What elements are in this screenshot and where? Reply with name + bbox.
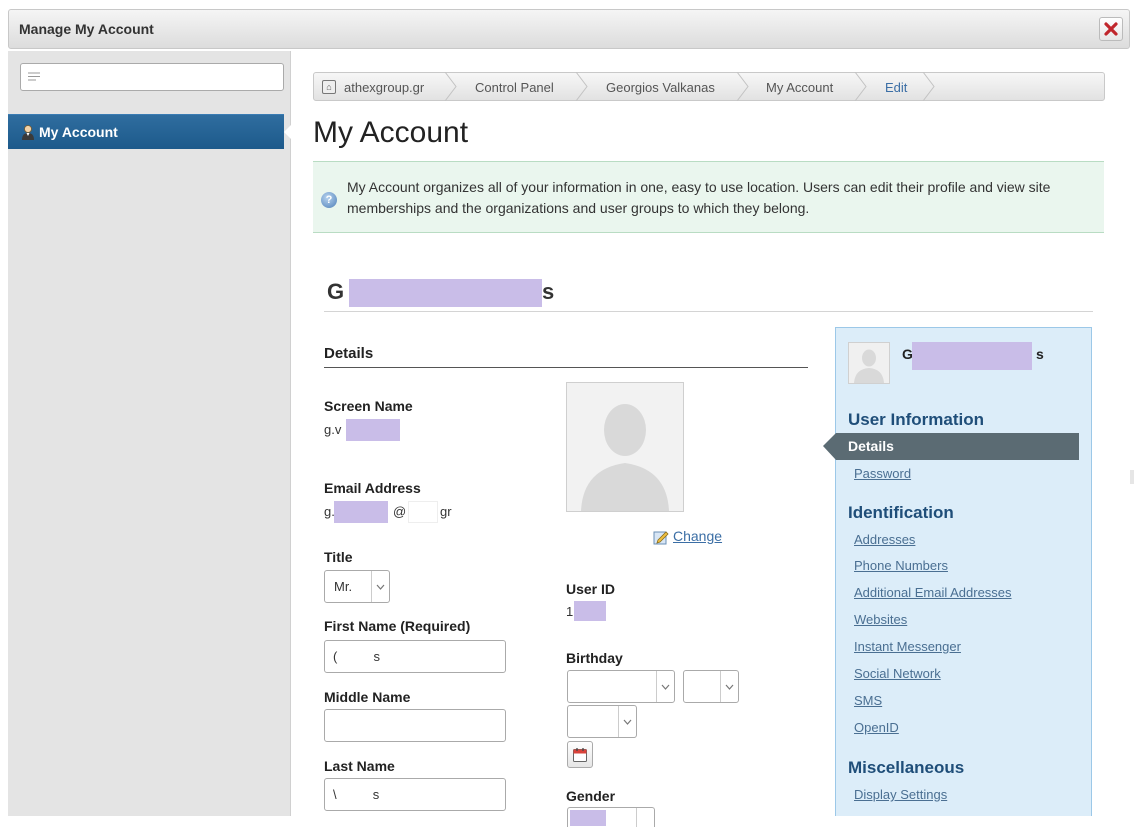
- user-id-label: User ID: [566, 581, 616, 597]
- title-select-value: Mr.: [334, 579, 353, 594]
- title-label: Title: [324, 549, 353, 565]
- redaction: [570, 810, 606, 826]
- account-navigation-panel: G s User Information Details Password Id…: [823, 327, 1092, 816]
- sidebar-item-my-account[interactable]: My Account: [8, 114, 293, 149]
- close-icon: [1104, 22, 1118, 36]
- breadcrumb-site[interactable]: athexgroup.gr: [344, 80, 424, 95]
- user-icon: [22, 125, 34, 140]
- close-button[interactable]: [1099, 17, 1123, 41]
- middle-name-label: Middle Name: [324, 689, 411, 705]
- sidebar-search-input[interactable]: [20, 63, 284, 91]
- calendar-button[interactable]: [567, 741, 593, 768]
- breadcrumb: ⌂ athexgroup.gr Control Panel Georgios V…: [313, 72, 1105, 101]
- panel-avatar: [848, 342, 890, 384]
- breadcrumb-user[interactable]: Georgios Valkanas: [606, 80, 715, 95]
- email-value-part2: gr: [440, 504, 452, 519]
- redaction: [408, 501, 438, 523]
- nav-item-social-network[interactable]: Social Network: [854, 666, 941, 681]
- section-user-information: User Information: [848, 410, 985, 429]
- screen-name-label: Screen Name: [324, 398, 413, 414]
- redaction: [574, 601, 606, 621]
- middle-name-input[interactable]: [324, 709, 506, 742]
- info-text: My Account organizes all of your informa…: [347, 179, 1051, 216]
- email-at: @: [393, 504, 407, 519]
- redaction: [912, 342, 1032, 370]
- birthday-label: Birthday: [566, 650, 623, 666]
- nav-item-openid[interactable]: OpenID: [854, 720, 899, 735]
- calendar-icon: [573, 747, 587, 762]
- user-name-end: s: [542, 279, 555, 304]
- section-identification: Identification: [848, 503, 954, 522]
- profile-picture: [566, 382, 684, 512]
- resize-grip-icon[interactable]: [1130, 470, 1134, 484]
- chevron-right-icon: [575, 72, 588, 101]
- chevron-down-icon: [636, 808, 654, 827]
- birthday-year-select[interactable]: [567, 705, 637, 738]
- filter-lines-icon: [28, 72, 40, 81]
- redaction: [346, 419, 400, 441]
- window-title: Manage My Account: [19, 21, 154, 37]
- email-label: Email Address: [324, 480, 421, 496]
- first-name-label: First Name (Required): [324, 618, 471, 634]
- info-message: ? My Account organizes all of your infor…: [313, 161, 1104, 233]
- breadcrumb-control-panel[interactable]: Control Panel: [475, 80, 554, 95]
- chevron-down-icon: [618, 706, 636, 737]
- panel-user-name-end: s: [1036, 346, 1044, 362]
- main-content: ⌂ athexgroup.gr Control Panel Georgios V…: [292, 51, 1135, 827]
- breadcrumb-edit[interactable]: Edit: [885, 80, 907, 95]
- chevron-down-icon: [656, 671, 674, 702]
- active-notch: [823, 433, 836, 460]
- change-photo-link[interactable]: Change: [673, 528, 722, 544]
- birthday-day-select[interactable]: [683, 670, 739, 703]
- nav-item-instant-messenger[interactable]: Instant Messenger: [854, 639, 961, 654]
- user-name-start: G: [327, 279, 345, 304]
- gender-label: Gender: [566, 788, 616, 804]
- chevron-right-icon: [922, 72, 935, 101]
- user-silhouette-icon: [854, 349, 884, 383]
- redaction: [349, 279, 542, 307]
- screen-name-value: g.v: [324, 422, 342, 437]
- redaction: [334, 501, 388, 523]
- divider: [324, 367, 808, 368]
- nav-item-addresses[interactable]: Addresses: [854, 532, 915, 547]
- title-select[interactable]: Mr.: [324, 570, 390, 603]
- chevron-right-icon: [854, 72, 867, 101]
- section-miscellaneous: Miscellaneous: [848, 758, 965, 777]
- nav-item-label: Details: [848, 438, 894, 454]
- home-icon[interactable]: ⌂: [322, 80, 336, 94]
- chevron-right-icon: [736, 72, 749, 101]
- nav-item-additional-email[interactable]: Additional Email Addresses: [854, 585, 1012, 600]
- user-id-value: 1: [566, 604, 574, 619]
- details-heading: Details: [324, 345, 374, 362]
- birthday-month-select[interactable]: [567, 670, 675, 703]
- sidebar-item-label: My Account: [39, 124, 118, 140]
- nav-item-display-settings[interactable]: Display Settings: [854, 787, 947, 802]
- nav-item-sms[interactable]: SMS: [854, 693, 882, 708]
- nav-item-details[interactable]: Details: [823, 433, 1079, 460]
- nav-item-password[interactable]: Password: [854, 466, 911, 481]
- edit-icon: [653, 531, 669, 545]
- nav-item-phone-numbers[interactable]: Phone Numbers: [854, 558, 948, 573]
- divider: [324, 311, 1093, 312]
- window-titlebar: Manage My Account: [8, 9, 1130, 49]
- sidebar: My Account: [8, 51, 293, 816]
- chevron-right-icon: [444, 72, 457, 101]
- chevron-down-icon: [720, 671, 738, 702]
- breadcrumb-my-account[interactable]: My Account: [766, 80, 833, 95]
- first-name-input[interactable]: [324, 640, 506, 673]
- last-name-label: Last Name: [324, 758, 395, 774]
- nav-item-websites[interactable]: Websites: [854, 612, 907, 627]
- user-silhouette-icon: [567, 383, 683, 511]
- page-title: My Account: [313, 116, 469, 149]
- info-icon: ?: [321, 192, 337, 208]
- chevron-down-icon: [371, 571, 389, 602]
- last-name-input[interactable]: [324, 778, 506, 811]
- gender-select[interactable]: [567, 807, 655, 827]
